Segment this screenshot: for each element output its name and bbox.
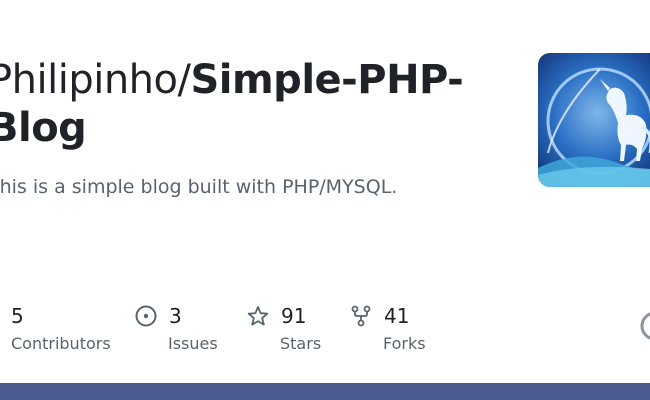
stars-label: Stars [280, 334, 322, 353]
owner-avatar [538, 53, 650, 187]
stat-issues[interactable]: 3 Issues [135, 300, 218, 353]
contributors-count: 5 [11, 304, 24, 328]
github-logo-icon [640, 311, 650, 341]
stars-count: 91 [281, 304, 307, 328]
repo-separator: / [177, 57, 191, 103]
stat-forks[interactable]: 41 Forks [350, 300, 426, 353]
stat-contributors[interactable]: 5 Contributors [0, 300, 111, 353]
contributors-label: Contributors [11, 334, 111, 353]
forks-label: Forks [383, 334, 426, 353]
bottom-accent-bar [0, 383, 650, 400]
repo-name-part2[interactable]: Blog [0, 105, 87, 151]
repo-description: This is a simple blog built with PHP/MYS… [0, 176, 398, 198]
forks-count: 41 [384, 304, 410, 328]
issues-count: 3 [169, 304, 182, 328]
repo-name-part1[interactable]: Simple-PHP- [190, 57, 463, 103]
issue-icon [135, 305, 157, 327]
repo-title: Philipinho/Simple-PHP- Blog [0, 56, 508, 152]
repo-stats: 5 Contributors 3 Issues 91 Stars 41 Fork… [0, 300, 650, 360]
fork-icon [350, 305, 372, 327]
repo-owner[interactable]: Philipinho [0, 57, 178, 103]
stat-stars[interactable]: 91 Stars [247, 300, 321, 353]
issues-label: Issues [168, 334, 218, 353]
star-icon [247, 305, 269, 327]
